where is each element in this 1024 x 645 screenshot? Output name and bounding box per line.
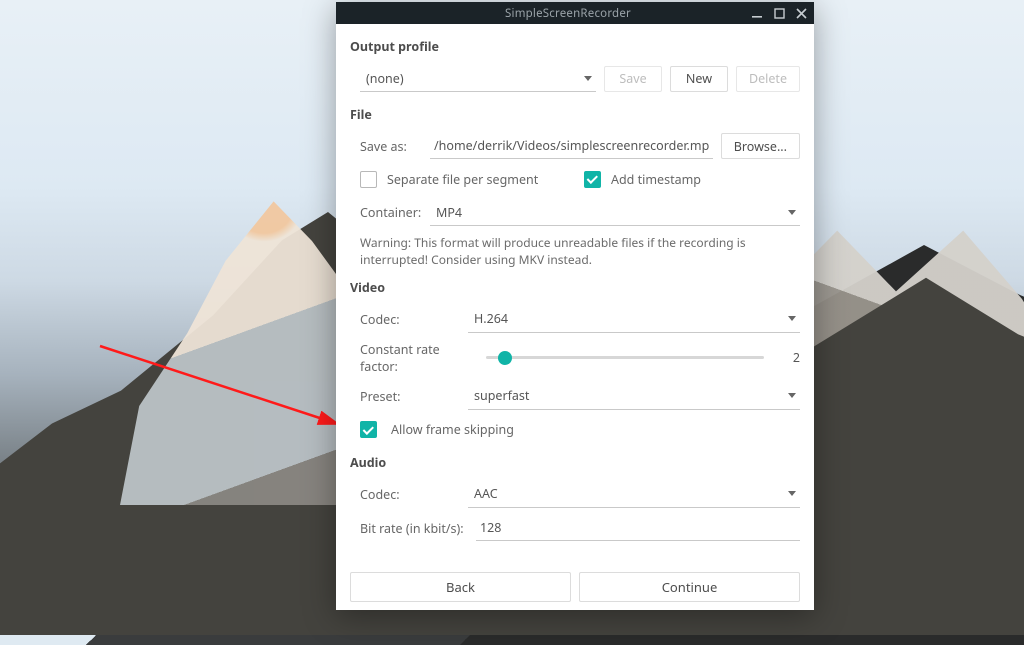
back-button[interactable]: Back [350, 572, 571, 602]
slider-thumb[interactable] [498, 351, 512, 365]
audio-codec-value: AAC [474, 485, 498, 502]
save-as-input[interactable] [430, 134, 713, 159]
add-timestamp-label: Add timestamp [611, 171, 701, 188]
preset-value: superfast [474, 387, 529, 404]
crf-value: 2 [772, 349, 800, 366]
container-warning: Warning: This format will produce unread… [350, 234, 800, 269]
close-icon[interactable] [794, 6, 808, 20]
audio-codec-select[interactable]: AAC [468, 481, 800, 508]
separate-file-checkbox[interactable] [360, 171, 377, 188]
audio-codec-label: Codec: [360, 486, 460, 503]
video-heading: Video [350, 279, 800, 296]
file-heading: File [350, 106, 800, 123]
profile-delete-button[interactable]: Delete [736, 66, 800, 92]
add-timestamp-checkbox[interactable] [584, 171, 601, 188]
chevron-down-icon [584, 76, 592, 81]
audio-bitrate-input[interactable] [476, 516, 800, 541]
audio-bitrate-label: Bit rate (in kbit/s): [360, 520, 468, 537]
container-select[interactable]: MP4 [430, 199, 800, 226]
separate-file-label: Separate file per segment [387, 171, 538, 188]
frame-skipping-checkbox[interactable] [360, 421, 377, 438]
audio-heading: Audio [350, 454, 800, 471]
app-window: SimpleScreenRecorder Output profile (non… [336, 2, 814, 610]
frame-skipping-label: Allow frame skipping [391, 421, 514, 438]
output-profile-value: (none) [366, 70, 404, 87]
window-title: SimpleScreenRecorder [392, 6, 744, 21]
container-value: MP4 [436, 204, 462, 221]
crf-slider[interactable] [486, 348, 764, 368]
browse-button[interactable]: Browse... [721, 133, 800, 159]
output-profile-heading: Output profile [350, 38, 800, 55]
chevron-down-icon [788, 491, 796, 496]
video-codec-label: Codec: [360, 311, 460, 328]
maximize-icon[interactable] [772, 6, 786, 20]
crf-label: Constant rate factor: [360, 341, 478, 375]
continue-button[interactable]: Continue [579, 572, 800, 602]
profile-save-button[interactable]: Save [604, 66, 662, 92]
window-titlebar[interactable]: SimpleScreenRecorder [336, 2, 814, 24]
preset-label: Preset: [360, 388, 460, 405]
chevron-down-icon [788, 393, 796, 398]
minimize-icon[interactable] [750, 6, 764, 20]
output-profile-select[interactable]: (none) [360, 65, 596, 92]
profile-new-button[interactable]: New [670, 66, 728, 92]
chevron-down-icon [788, 210, 796, 215]
container-label: Container: [360, 204, 422, 221]
save-as-label: Save as: [360, 138, 422, 155]
video-codec-select[interactable]: H.264 [468, 306, 800, 333]
chevron-down-icon [788, 316, 796, 321]
video-codec-value: H.264 [474, 310, 508, 327]
preset-select[interactable]: superfast [468, 383, 800, 410]
